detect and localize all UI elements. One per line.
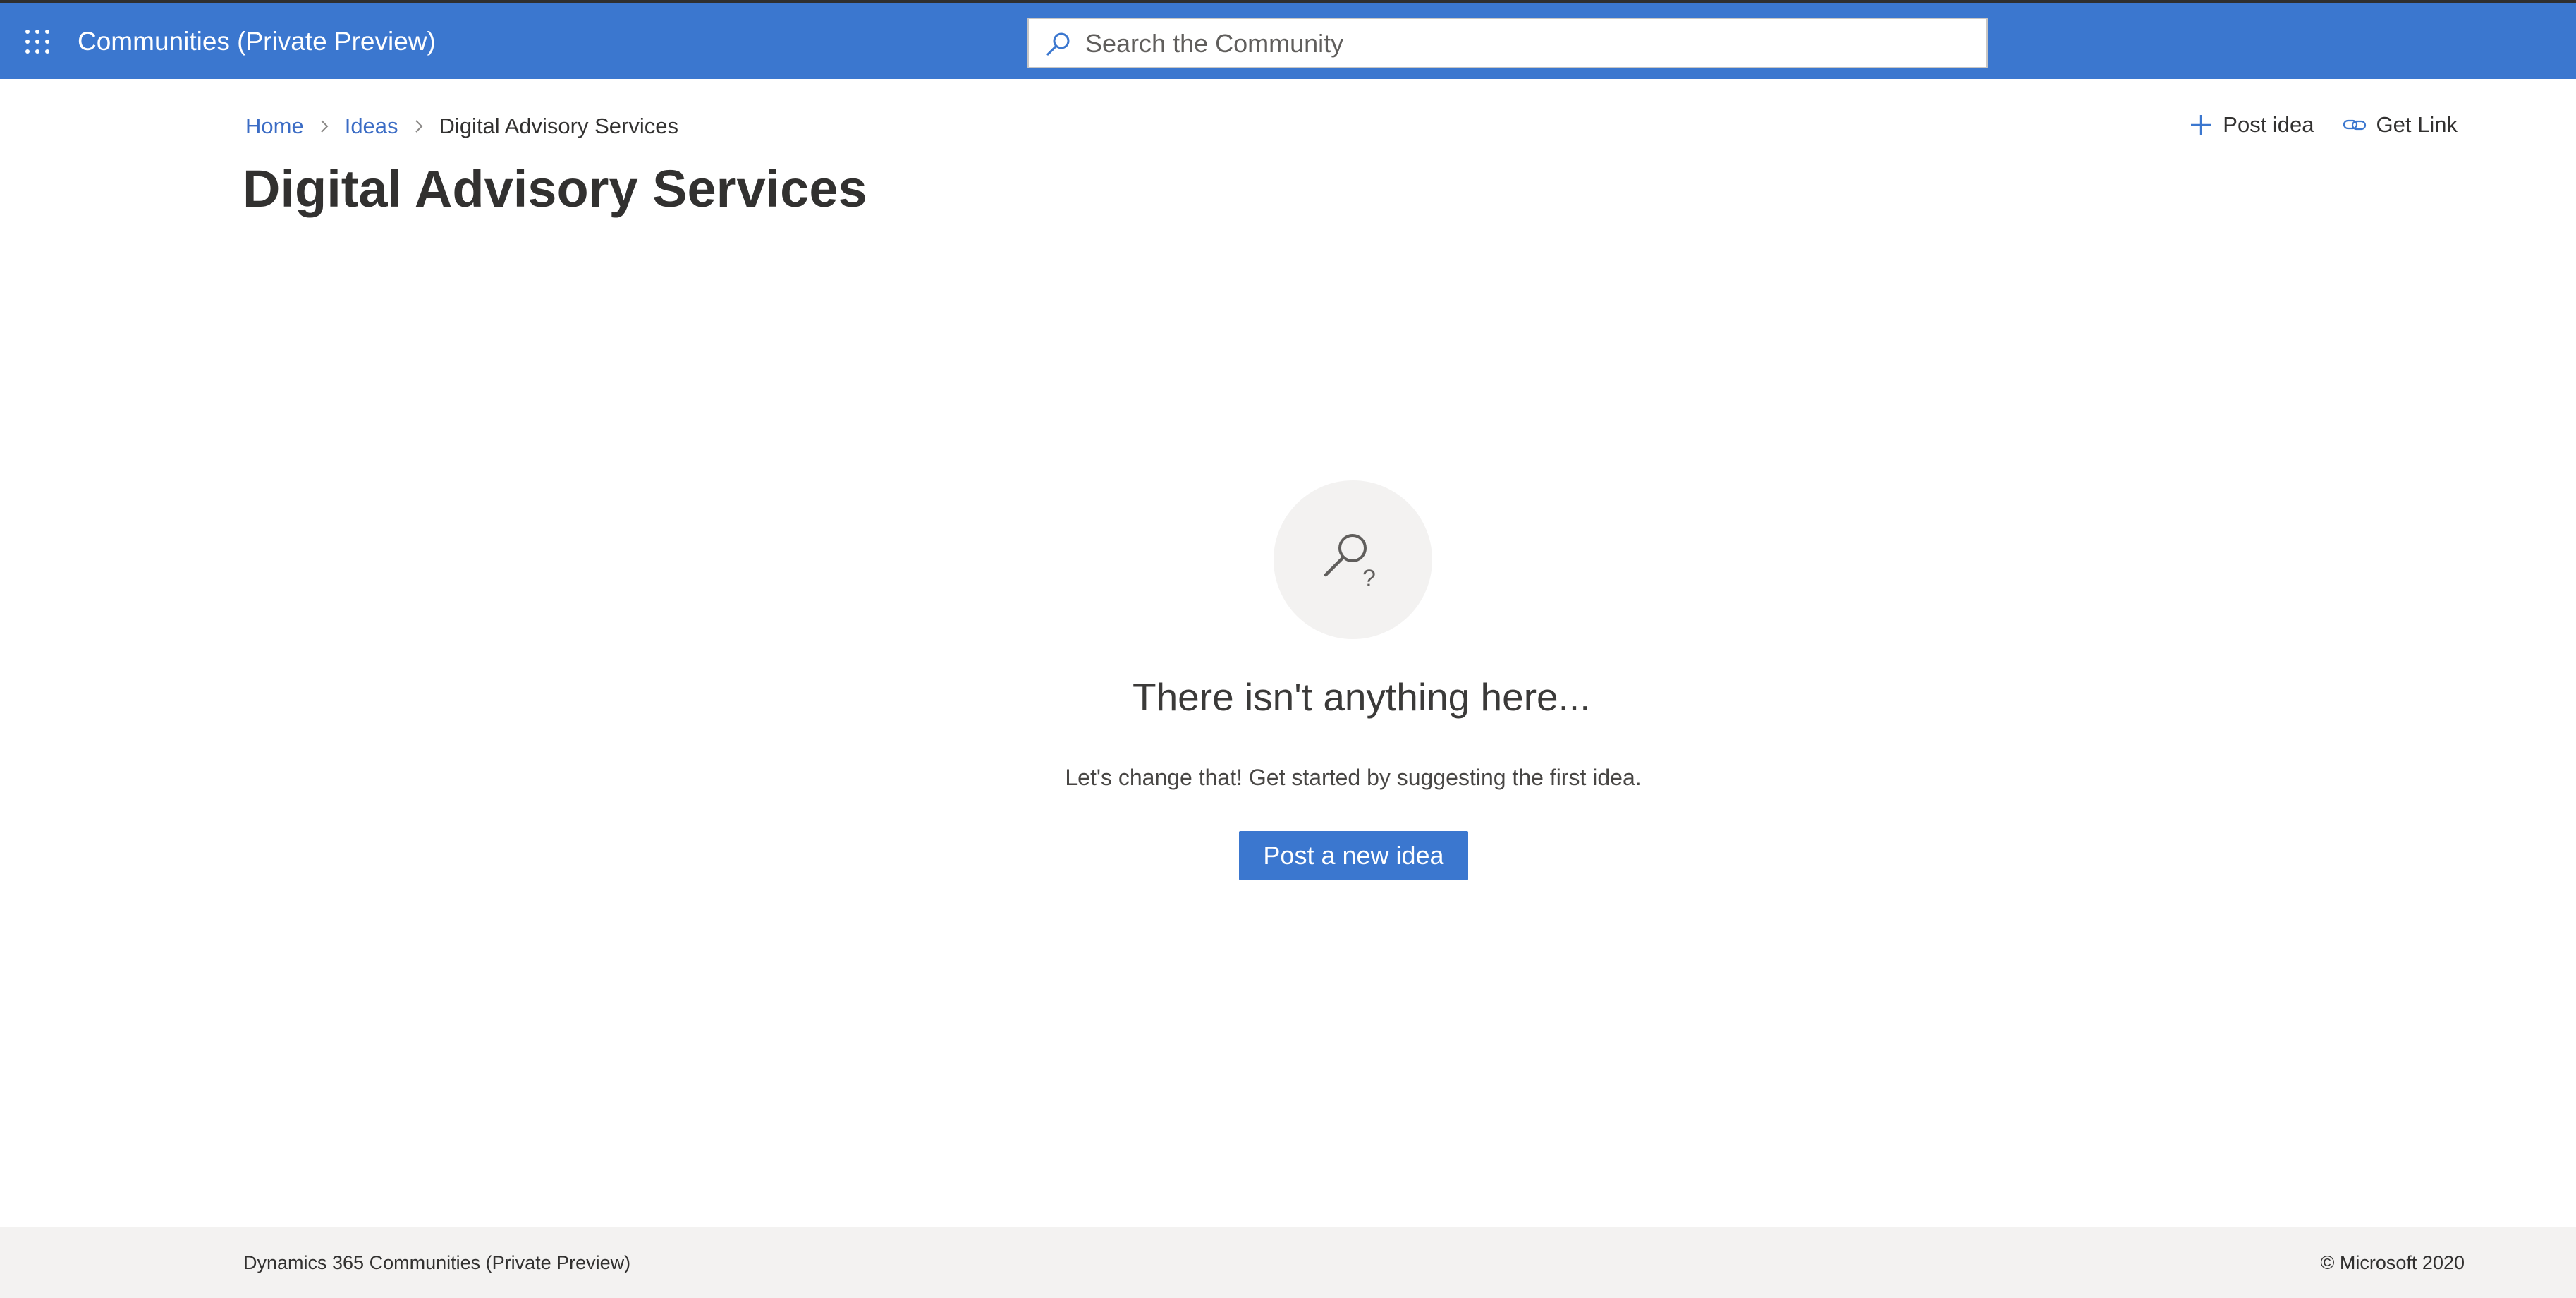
search-icon: [1046, 32, 1070, 56]
breadcrumb-current: Digital Advisory Services: [439, 114, 678, 138]
svg-text:?: ?: [1362, 565, 1376, 592]
app-launcher-icon[interactable]: [25, 30, 49, 54]
breadcrumb-home-link[interactable]: Home: [245, 111, 304, 142]
empty-state-message: Let's change that! Get started by sugges…: [1065, 765, 1642, 790]
breadcrumb: Home Ideas Digital Advisory Services: [245, 111, 678, 142]
top-bar: Communities (Private Preview): [0, 0, 2576, 79]
empty-state-heading: There isn't anything here...: [1133, 675, 1591, 719]
get-link-label: Get Link: [2376, 112, 2458, 137]
search-input[interactable]: [1085, 25, 1974, 63]
plus-icon: [2191, 115, 2211, 135]
footer-copyright: © Microsoft 2020: [2320, 1252, 2465, 1273]
link-icon: [2343, 119, 2366, 131]
search-question-icon: ?: [1324, 534, 1376, 592]
post-new-idea-button[interactable]: Post a new idea: [1239, 831, 1468, 880]
post-idea-button[interactable]: Post idea: [2189, 109, 2314, 140]
footer-product-name: Dynamics 365 Communities (Private Previe…: [243, 1252, 631, 1273]
chevron-right-icon: [415, 120, 422, 133]
page-actions: Post idea Get Link: [2189, 109, 2458, 140]
empty-state-illustration: ?: [1274, 480, 1432, 639]
app-title[interactable]: Communities (Private Preview): [78, 26, 436, 57]
breadcrumb-ideas-link[interactable]: Ideas: [345, 111, 398, 142]
page: Communities (Private Preview) Home Ideas…: [0, 0, 2576, 1298]
footer: Dynamics 365 Communities (Private Previe…: [0, 1227, 2576, 1298]
page-title: Digital Advisory Services: [243, 159, 867, 218]
get-link-button[interactable]: Get Link: [2343, 109, 2458, 140]
chevron-right-icon: [320, 120, 329, 133]
search-box[interactable]: [1027, 18, 1988, 68]
post-idea-label: Post idea: [2223, 112, 2314, 137]
